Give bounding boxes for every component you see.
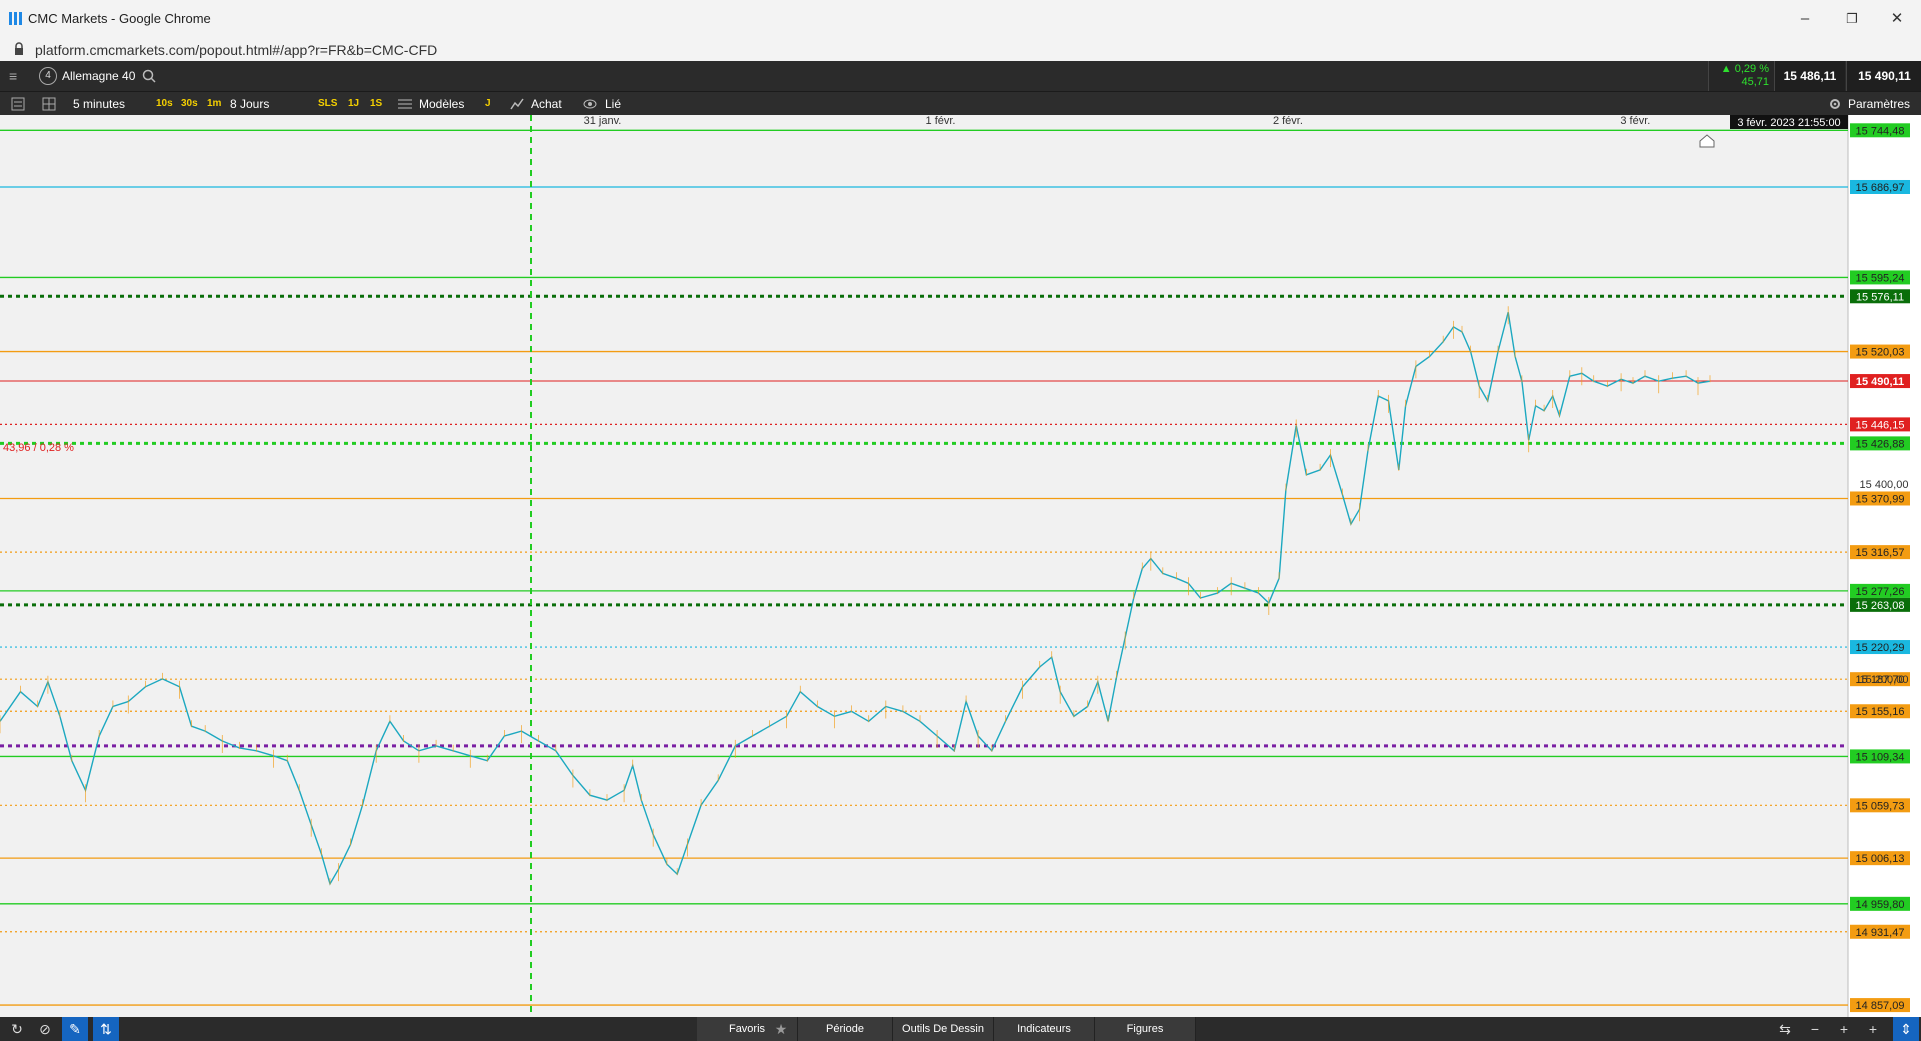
- axis-label-15400: 15 400,00: [1860, 479, 1909, 491]
- buy-button[interactable]: Achat: [531, 92, 562, 116]
- date-tick-0: 31 janv.: [584, 115, 622, 127]
- layout-grid-icon[interactable]: [42, 97, 56, 111]
- change-percent: ▲ 0,29 %: [1720, 63, 1769, 75]
- level-label-2: 15 595,24: [1856, 272, 1905, 284]
- templates-icon: [398, 99, 412, 109]
- crosshair-date-label: 3 févr. 2023 21:55:00: [1730, 115, 1848, 129]
- templates-menu[interactable]: Modèles: [419, 92, 464, 116]
- window-title: CMC Markets - Google Chrome: [28, 11, 211, 26]
- j-button[interactable]: J: [485, 92, 491, 116]
- date-tick-1: 1 févr.: [926, 115, 956, 127]
- level-label-9: 15 316,57: [1856, 547, 1905, 559]
- range-selector[interactable]: 8 Jours: [230, 92, 269, 116]
- price-series-wicks: [0, 306, 1711, 885]
- chart-toolbar: 5 minutes 10s 30s 1m 8 Jours SLS 1J 1S M…: [0, 91, 1921, 116]
- level-label-20: 14 931,47: [1856, 927, 1905, 939]
- refresh-icon[interactable]: ↻: [4, 1017, 30, 1041]
- level-label-4: 15 520,03: [1856, 347, 1905, 359]
- zoom-out-icon[interactable]: −: [1802, 1017, 1828, 1041]
- range-1s[interactable]: 1S: [370, 92, 382, 116]
- sell-price-button[interactable]: 15 486,11: [1774, 61, 1845, 91]
- star-icon[interactable]: ★: [768, 1017, 794, 1041]
- level-label-16: 15 109,34: [1856, 751, 1905, 763]
- drawing-tools-button[interactable]: Outils De Dessin: [893, 1017, 994, 1041]
- level-label-5: 15 490,11: [1856, 376, 1904, 388]
- buy-icon: [510, 98, 524, 110]
- window-titlebar: CMC Markets - Google Chrome – ❐ ✕: [0, 0, 1921, 39]
- restore-button[interactable]: ❐: [1832, 6, 1872, 32]
- gear-icon[interactable]: [1828, 97, 1842, 111]
- arrows-icon[interactable]: ⇅: [93, 1017, 119, 1041]
- change-box: ▲ 0,29 % 45,71: [1708, 61, 1775, 91]
- crosshair-date-text: 3 févr. 2023 21:55:00: [1737, 117, 1840, 129]
- level-label-21: 14 857,09: [1856, 1000, 1905, 1012]
- level-label-1: 15 686,97: [1856, 182, 1905, 194]
- lock-icon: [15, 42, 23, 55]
- chart-area[interactable]: 15 744,48 15 686,97 15 595,24 15 576,11 15 5…: [0, 115, 1921, 1017]
- expand-icon[interactable]: ⇕: [1893, 1017, 1919, 1041]
- level-label-11: 15 263,08: [1856, 600, 1905, 612]
- instrument-name[interactable]: Allemagne 40: [62, 69, 135, 83]
- minimize-button[interactable]: –: [1785, 6, 1825, 32]
- indicators-button[interactable]: Indicateurs: [994, 1017, 1095, 1041]
- eye-icon: [583, 99, 597, 109]
- date-tick-2: 2 févr.: [1273, 115, 1303, 127]
- search-icon[interactable]: [142, 69, 156, 83]
- level-label-3: 15 576,11: [1856, 291, 1904, 303]
- quick-interval-1m[interactable]: 1m: [207, 92, 221, 116]
- settings-button[interactable]: Paramètres: [1848, 92, 1910, 116]
- date-tick-3: 3 févr.: [1620, 115, 1650, 127]
- price-chart[interactable]: 15 744,48 15 686,97 15 595,24 15 576,11 15 5…: [0, 115, 1921, 1017]
- address-bar[interactable]: platform.cmcmarkets.com/popout.html#/app…: [0, 38, 1921, 62]
- url-text[interactable]: platform.cmcmarkets.com/popout.html#/app…: [35, 42, 437, 58]
- close-button[interactable]: ✕: [1877, 6, 1917, 32]
- change-annotation: 43,96 / 0,28 %: [3, 442, 74, 454]
- figures-button[interactable]: Figures: [1095, 1017, 1196, 1041]
- fit-icon[interactable]: ⇆: [1772, 1017, 1798, 1041]
- range-1j[interactable]: 1J: [348, 92, 359, 116]
- level-label-7: 15 426,88: [1856, 438, 1905, 450]
- quick-interval-10s[interactable]: 10s: [156, 92, 173, 116]
- cmc-app-icon: [9, 12, 22, 25]
- no-entry-icon[interactable]: ⊘: [32, 1017, 58, 1041]
- quick-interval-30s[interactable]: 30s: [181, 92, 198, 116]
- axis-label-15200: 15 200,00: [1860, 674, 1909, 686]
- linked-button[interactable]: Lié: [605, 92, 621, 116]
- level-label-19: 14 959,80: [1856, 899, 1905, 911]
- level-label-12: 15 220,29: [1856, 642, 1905, 654]
- range-sls[interactable]: SLS: [318, 92, 337, 116]
- level-label-6: 15 446,15: [1856, 419, 1905, 431]
- level-label-0: 15 744,48: [1856, 125, 1905, 137]
- price-axis: [1848, 115, 1921, 1017]
- pencil-icon[interactable]: ✎: [62, 1017, 88, 1041]
- crosshair-icon[interactable]: +: [1860, 1017, 1886, 1041]
- zoom-in-icon[interactable]: +: [1831, 1017, 1857, 1041]
- period-button[interactable]: Période: [798, 1017, 893, 1041]
- level-label-18: 15 006,13: [1856, 853, 1905, 865]
- bottom-toolbar: ↻ ⊘ ✎ ⇅ Favoris ★ Période Outils De Dess…: [0, 1017, 1921, 1041]
- home-icon[interactable]: [1699, 134, 1715, 148]
- level-label-8: 15 370,99: [1856, 493, 1905, 505]
- menu-icon[interactable]: ≡: [9, 68, 17, 84]
- instrument-badge: 4: [39, 67, 57, 85]
- interval-selector[interactable]: 5 minutes: [73, 92, 125, 116]
- level-label-10: 15 277,26: [1856, 586, 1905, 598]
- list-icon[interactable]: [11, 97, 25, 111]
- instrument-bar: ≡ 4 Allemagne 40: [0, 61, 1921, 91]
- buy-price-button[interactable]: 15 490,11: [1846, 61, 1921, 91]
- level-label-17: 15 059,73: [1856, 800, 1905, 812]
- level-label-14: 15 155,16: [1856, 706, 1905, 718]
- price-series-line: [0, 312, 1711, 886]
- change-absolute: 45,71: [1741, 76, 1769, 88]
